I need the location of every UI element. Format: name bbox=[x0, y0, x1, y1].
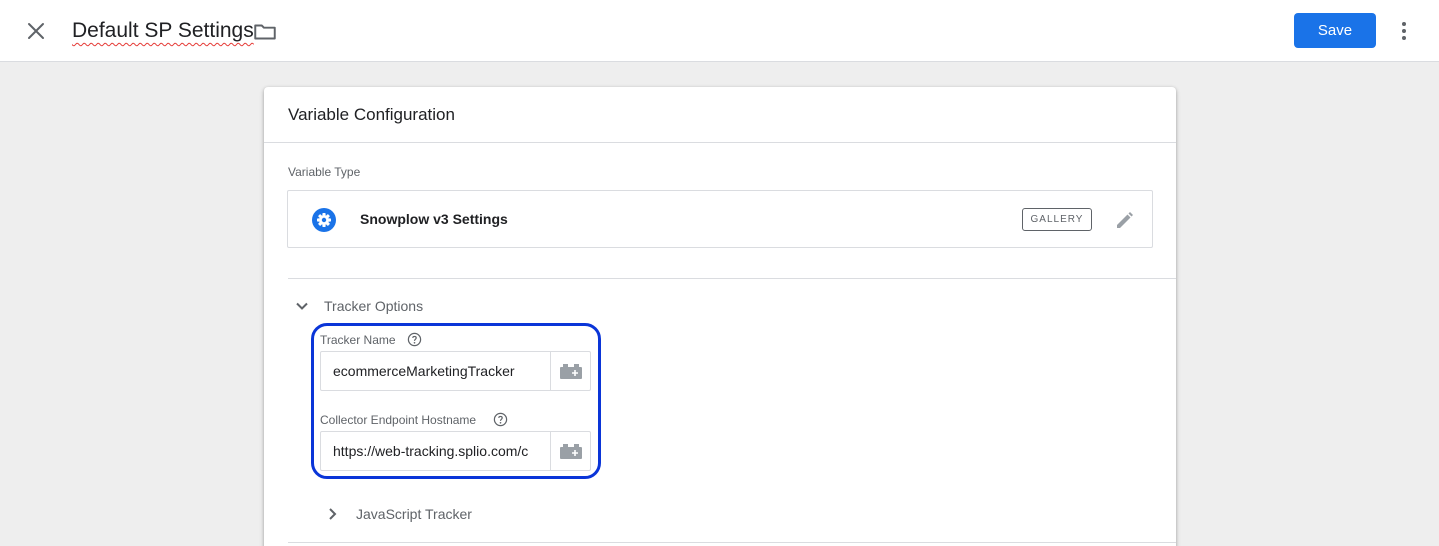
javascript-tracker-toggle[interactable]: JavaScript Tracker bbox=[320, 502, 520, 526]
javascript-tracker-title: JavaScript Tracker bbox=[356, 506, 472, 522]
variable-block-icon bbox=[560, 364, 582, 379]
tracker-name-input[interactable] bbox=[321, 352, 550, 390]
variable-block-icon bbox=[560, 444, 582, 459]
variable-configuration-card: Variable Configuration Variable Type Sno… bbox=[264, 87, 1176, 546]
tracker-name-label: Tracker Name bbox=[320, 333, 396, 347]
tracker-options-title: Tracker Options bbox=[324, 298, 424, 314]
save-button[interactable]: Save bbox=[1294, 13, 1376, 48]
folder-icon[interactable] bbox=[252, 19, 278, 45]
gallery-badge: GALLERY bbox=[1022, 208, 1092, 231]
collector-endpoint-field bbox=[320, 431, 591, 471]
divider bbox=[288, 542, 1176, 543]
pencil-icon[interactable] bbox=[1113, 208, 1137, 232]
gear-icon bbox=[312, 208, 336, 232]
card-title: Variable Configuration bbox=[288, 105, 455, 124]
chevron-down-icon bbox=[296, 302, 308, 310]
divider bbox=[288, 278, 1176, 279]
insert-variable-button[interactable] bbox=[550, 352, 590, 390]
variable-type-selector[interactable]: Snowplow v3 Settings GALLERY bbox=[287, 190, 1153, 248]
tracker-options-toggle[interactable]: Tracker Options bbox=[288, 294, 488, 318]
collector-endpoint-input[interactable] bbox=[321, 432, 550, 470]
help-icon[interactable] bbox=[493, 412, 508, 427]
variable-type-label: Variable Type bbox=[288, 165, 361, 179]
more-vert-icon[interactable] bbox=[1392, 19, 1416, 43]
page-title[interactable]: Default SP Settings bbox=[72, 19, 254, 43]
chevron-right-icon bbox=[329, 508, 337, 520]
card-header: Variable Configuration bbox=[264, 87, 1176, 143]
tracker-name-field bbox=[320, 351, 591, 391]
top-bar: Default SP Settings Save bbox=[0, 0, 1439, 62]
close-icon[interactable] bbox=[22, 17, 50, 45]
insert-variable-button[interactable] bbox=[550, 432, 590, 470]
collector-endpoint-label: Collector Endpoint Hostname bbox=[320, 413, 477, 427]
variable-type-name: Snowplow v3 Settings bbox=[360, 211, 508, 227]
help-icon[interactable] bbox=[407, 332, 422, 347]
